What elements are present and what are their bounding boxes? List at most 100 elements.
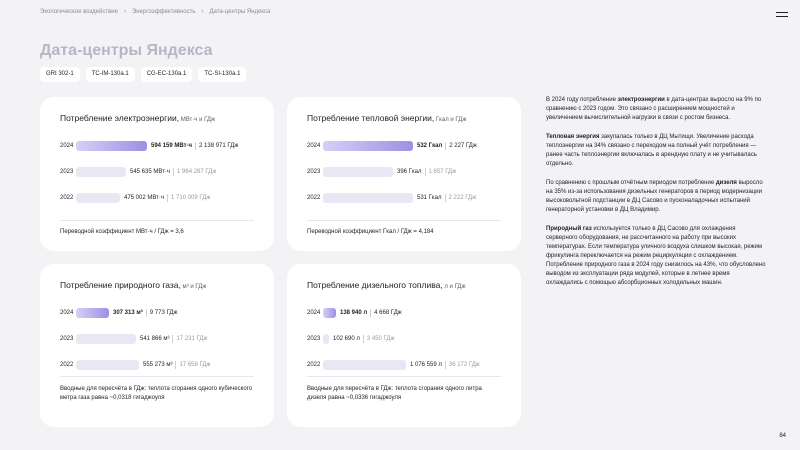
card-title: Потребление дизельного топлива, л и ГДж (307, 280, 466, 290)
divider (307, 220, 501, 221)
card-note: Переводной коэффициент МВт·ч / ГДж = 3,6 (60, 229, 184, 235)
row-year: 2022 (307, 195, 321, 201)
row-gj-value: 1 964 287 ГДж (177, 169, 217, 175)
card-unit: м³ и ГДж (180, 284, 207, 290)
row-gj-value: 17 231 ГДж (176, 336, 208, 342)
chevron-right-icon: › (123, 9, 126, 15)
bar-rows: 2024 307 313 м³ 9 773 ГДж 2023 541 866 м³ 17 … (60, 308, 254, 386)
paragraph-diesel: По сравнению с прошлым отчётным периодом… (546, 180, 763, 213)
paragraph-gas: Природный газ используется только в ДЦ С… (546, 226, 766, 286)
bar-row-2024: 2024 307 313 м³ 9 773 ГДж (60, 308, 254, 318)
bar (323, 334, 329, 344)
bar (323, 360, 406, 370)
value-separator (173, 168, 175, 176)
bar-row-2024: 2024 594 159 МВт·ч 2 138 971 ГДж (60, 141, 254, 151)
card-unit: Гкал и ГДж (434, 117, 467, 123)
bar-row-2024: 2024 138 940 л 4 668 ГДж (307, 308, 501, 318)
row-year: 2023 (307, 336, 321, 342)
value-separator (362, 335, 364, 343)
row-value: 396 Гкал (397, 169, 422, 175)
value-separator (444, 194, 446, 202)
card-unit: л и ГДж (442, 284, 466, 290)
row-year: 2023 (60, 336, 74, 342)
bar (323, 308, 336, 318)
row-year: 2022 (60, 362, 74, 368)
standards-tags: GRI 302-1 TC-IM-130a.1 CG-EC-130a.1 TC-S… (40, 67, 247, 82)
row-year: 2024 (60, 310, 74, 316)
value-separator (167, 194, 169, 202)
page-title: Дата-центры Яндекса (40, 42, 213, 59)
value-separator (370, 309, 372, 317)
row-value: 138 940 л (340, 310, 368, 316)
divider (60, 376, 254, 377)
bar (76, 193, 120, 203)
value-separator (444, 361, 446, 369)
card-note: Вводные для пересчёта в ГДж: теплота сго… (60, 386, 253, 401)
row-value: 1 076 559 л (410, 362, 442, 368)
row-year: 2022 (60, 195, 74, 201)
bar-rows: 2024 532 Гкал 2 227 ГДж 2023 396 Гкал 1 657 Г… (307, 141, 501, 219)
value-separator (175, 361, 177, 369)
tag-gri: GRI 302-1 (40, 67, 80, 82)
paragraph-electricity: В 2024 году потребление электроэнергии в… (546, 97, 762, 121)
divider (307, 376, 501, 377)
card-title: Потребление природного газа, м³ и ГДж (60, 280, 207, 290)
card-title: Потребление тепловой энергии, Гкал и ГДж (307, 113, 467, 123)
row-gj-value: 4 668 ГДж (374, 310, 402, 316)
row-gj-value: 1 710 009 ГДж (171, 195, 211, 201)
bar-row-2023: 2023 545 635 МВт·ч 1 964 287 ГДж (60, 167, 254, 177)
value-separator (424, 168, 426, 176)
bar-row-2022: 2022 1 076 559 л 36 172 ГДж (307, 360, 501, 370)
bar-row-2023: 2023 541 866 м³ 17 231 ГДж (60, 334, 254, 344)
row-value: 307 313 м³ (113, 310, 143, 316)
row-gj-value: 3 450 ГДж (366, 336, 395, 342)
bar-row-2023: 2023 102 690 л 3 450 ГДж (307, 334, 501, 344)
row-year: 2023 (60, 169, 74, 175)
menu-icon[interactable] (776, 12, 788, 20)
breadcrumb-item-ecology[interactable]: Экологическое воздействие (40, 9, 118, 15)
bar-rows: 2024 594 159 МВт·ч 2 138 971 ГДж 2023 545 63… (60, 141, 254, 219)
bar-row-2024: 2024 532 Гкал 2 227 ГДж (307, 141, 501, 151)
tag-tc-si: TC-SI-130a.1 (198, 67, 247, 82)
bar (76, 308, 109, 318)
row-value: 541 866 м³ (140, 336, 170, 342)
card-heat: Потребление тепловой энергии, Гкал и ГДж… (287, 97, 521, 251)
row-gj-value: 2 138 971 ГДж (199, 143, 239, 149)
value-separator (172, 335, 174, 343)
bar (76, 360, 139, 370)
chevron-right-icon: › (201, 9, 204, 15)
breadcrumb-item-current: Дата-центры Яндекса (209, 9, 271, 15)
row-value: 594 159 МВт·ч (151, 143, 193, 149)
bar (76, 334, 136, 344)
row-year: 2024 (60, 143, 74, 149)
row-gj-value: 9 773 ГДж (149, 310, 178, 316)
card-title: Потребление электроэнергии, МВт·ч и ГДж (60, 113, 216, 123)
bar-row-2022: 2022 475 002 МВт·ч 1 710 009 ГДж (60, 193, 254, 203)
row-gj-value: 17 658 ГДж (179, 362, 211, 368)
row-year: 2024 (307, 143, 321, 149)
tag-cg-ec: CG-EC-130a.1 (140, 67, 193, 82)
card-natural-gas: Потребление природного газа, м³ и ГДж 202… (40, 264, 274, 427)
tag-tc-im: TC-IM-130a.1 (85, 67, 135, 82)
card-note: Переводной коэффициент Гкал / ГДж = 4,18… (307, 229, 434, 235)
breadcrumb-item-energy[interactable]: Энергоэффективность (132, 9, 195, 15)
bar (323, 141, 413, 151)
value-separator (445, 142, 447, 150)
row-value: 102 690 л (333, 336, 360, 342)
bar (76, 141, 147, 151)
row-gj-value: 1 657 ГДж (428, 169, 457, 175)
row-gj-value: 2 227 ГДж (449, 143, 477, 149)
card-note: Вводные для пересчёта в ГДж: теплота сго… (307, 386, 482, 401)
bar-row-2022: 2022 555 273 м³ 17 658 ГДж (60, 360, 254, 370)
row-value: 555 273 м³ (143, 362, 173, 368)
row-year: 2024 (307, 310, 321, 316)
paragraph-heat: Тепловая энергия закупалась только в ДЦ … (546, 134, 757, 167)
bar (76, 167, 126, 177)
bar-row-2023: 2023 396 Гкал 1 657 ГДж (307, 167, 501, 177)
card-unit: МВт·ч и ГДж (179, 117, 216, 123)
row-year: 2023 (307, 169, 321, 175)
row-value: 531 Гкал (417, 195, 442, 201)
bar-row-2022: 2022 531 Гкал 2 222 ГДж (307, 193, 501, 203)
row-value: 475 002 МВт·ч (124, 195, 165, 201)
page-number: 84 (779, 433, 786, 439)
